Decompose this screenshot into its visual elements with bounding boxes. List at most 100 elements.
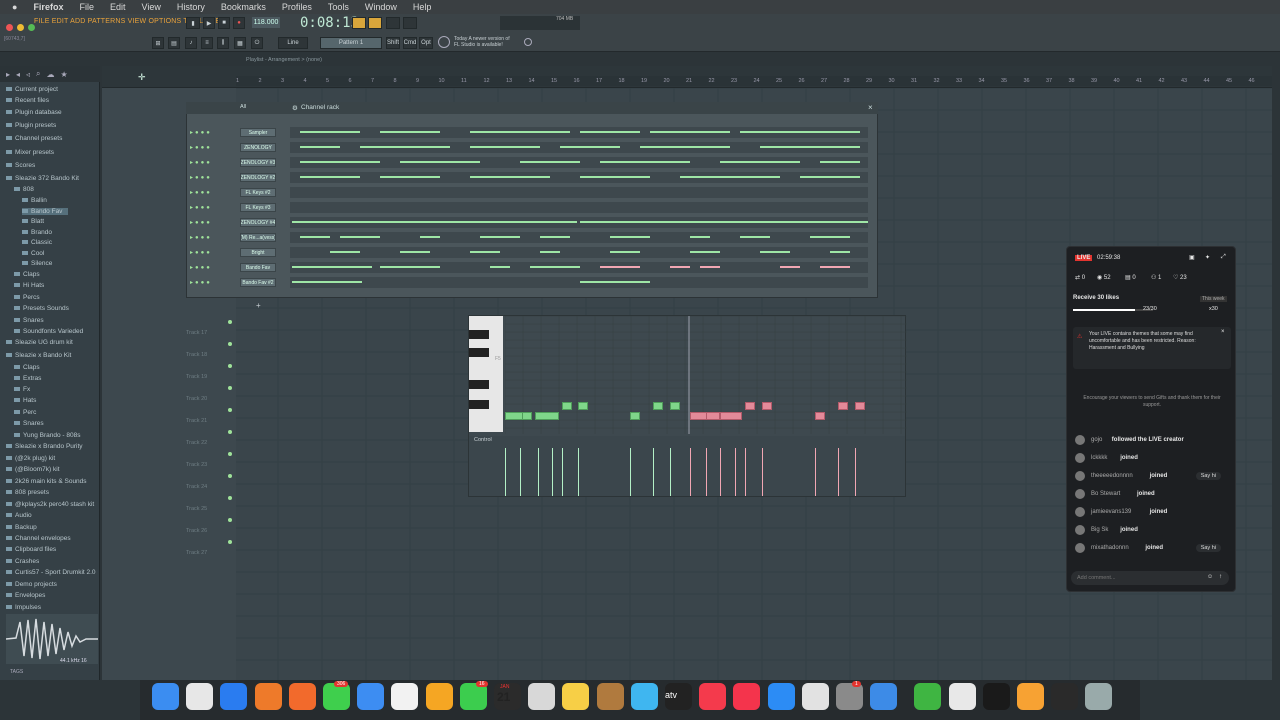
track-mute-led[interactable]: [228, 518, 232, 522]
browser-item[interactable]: (@Bloom7k) kit: [6, 466, 60, 473]
note-block[interactable]: [580, 176, 650, 178]
browser-item[interactable]: Extras: [14, 375, 41, 382]
lock-icon[interactable]: ▣: [1189, 254, 1195, 261]
cloud-icon[interactable]: ☁: [47, 70, 55, 79]
facetime-icon[interactable]: [459, 683, 487, 710]
velocity-bar[interactable]: [653, 448, 654, 496]
note-block[interactable]: [470, 251, 500, 253]
piano-note[interactable]: [630, 412, 640, 420]
note-block[interactable]: [760, 146, 860, 148]
menu-history[interactable]: History: [177, 2, 205, 12]
music-icon[interactable]: [699, 683, 727, 710]
menu-window[interactable]: Window: [365, 2, 397, 12]
metronome-icon[interactable]: [352, 17, 366, 29]
track-mute-led[interactable]: [228, 452, 232, 456]
channel-button[interactable]: FL Keys #3: [240, 203, 276, 212]
cmd-button[interactable]: Cmd: [403, 37, 417, 49]
browser-item[interactable]: Curtis57 - Sport Drumkit 2.0: [6, 569, 96, 576]
menu-edit[interactable]: Edit: [110, 2, 126, 12]
browser-icon[interactable]: ≡: [201, 37, 213, 49]
track-mute-led[interactable]: [228, 540, 232, 544]
update-icon[interactable]: [438, 36, 450, 48]
browser-item[interactable]: Sleazie 372 Bando Kit: [6, 175, 79, 182]
note-block[interactable]: [780, 266, 800, 268]
note-block[interactable]: [380, 176, 440, 178]
maps-icon[interactable]: [391, 683, 419, 710]
browser-item[interactable]: Snares: [14, 420, 44, 427]
activity-icon[interactable]: [1051, 683, 1079, 710]
note-block[interactable]: [330, 251, 360, 253]
playlist-icon[interactable]: ▤: [168, 37, 180, 49]
browser-item[interactable]: Backup: [6, 524, 37, 531]
browser-item[interactable]: Plugin presets: [6, 122, 56, 129]
browser-item[interactable]: Impulses: [6, 604, 41, 611]
channel-leds[interactable]: ▸●●●: [190, 219, 212, 226]
browser-item[interactable]: Channel envelopes: [6, 535, 71, 542]
channel-button[interactable]: ZENOLOGY #4: [240, 218, 276, 227]
channel-button[interactable]: Bright: [240, 248, 276, 257]
menu-help[interactable]: Help: [413, 2, 432, 12]
piano-note[interactable]: [535, 412, 559, 420]
note-block[interactable]: [470, 146, 540, 148]
velocity-bar[interactable]: [505, 448, 506, 496]
finder-icon[interactable]: [152, 683, 179, 710]
news-icon[interactable]: [733, 683, 761, 710]
notes-icon[interactable]: [562, 683, 590, 710]
browser-item[interactable]: Cool: [22, 250, 44, 257]
channel-leds[interactable]: ▸●●●: [190, 249, 212, 256]
browser-item[interactable]: Sleazie x Brando Purity: [6, 443, 83, 450]
track-label[interactable]: Track 17: [186, 330, 207, 336]
channel-button[interactable]: ZENOLOGY: [240, 143, 276, 152]
velocity-bar[interactable]: [562, 448, 563, 496]
collapse-icon[interactable]: ◃: [26, 70, 30, 79]
piano-note[interactable]: [578, 402, 588, 410]
velocity-bar[interactable]: [630, 448, 631, 496]
track-mute-led[interactable]: [228, 408, 232, 412]
firefox-icon[interactable]: [254, 683, 282, 710]
playlist-draw-tool-icon[interactable]: ✛: [138, 72, 146, 83]
track-mute-led[interactable]: [228, 496, 232, 500]
black-key[interactable]: [469, 400, 489, 409]
track-label[interactable]: Track 22: [186, 440, 207, 446]
browser-item[interactable]: Brando: [22, 229, 52, 236]
channel-filter[interactable]: All: [240, 104, 246, 110]
browser-item[interactable]: Perc: [14, 409, 36, 416]
velocity-bar[interactable]: [552, 448, 553, 496]
browser-item[interactable]: Sleazie UG drum kit: [6, 339, 73, 346]
velocity-bar[interactable]: [670, 448, 671, 496]
add-channel-icon[interactable]: +: [256, 301, 261, 310]
track-label[interactable]: Track 23: [186, 462, 207, 468]
menu-profiles[interactable]: Profiles: [282, 2, 312, 12]
track-label[interactable]: Track 25: [186, 506, 207, 512]
piano-note[interactable]: [706, 412, 720, 420]
velocity-bar[interactable]: [720, 448, 721, 496]
browser-item[interactable]: Hi Hats: [14, 282, 44, 289]
play-icon[interactable]: ▶: [203, 17, 215, 29]
piano-note[interactable]: [720, 412, 742, 420]
piano-note[interactable]: [838, 402, 848, 410]
browser-item[interactable]: @kplays2k perc40 stash kit: [6, 501, 94, 508]
safari-icon[interactable]: [220, 683, 248, 710]
piano-note[interactable]: [855, 402, 865, 410]
note-block[interactable]: [340, 236, 380, 238]
velocity-bar[interactable]: [815, 448, 816, 496]
channel-lane[interactable]: [290, 172, 868, 183]
black-key[interactable]: [469, 380, 489, 389]
note-block[interactable]: [600, 266, 640, 268]
channel-leds[interactable]: ▸●●●: [190, 189, 212, 196]
browser-item[interactable]: Claps: [14, 271, 40, 278]
note-block[interactable]: [720, 161, 800, 163]
note-block[interactable]: [560, 146, 620, 148]
track-label[interactable]: Track 27: [186, 550, 207, 556]
search-icon[interactable]: ⌕: [36, 69, 40, 79]
app-store-icon[interactable]: [767, 683, 795, 710]
browser-item[interactable]: Plugin database: [6, 109, 62, 116]
velocity-bar[interactable]: [745, 448, 746, 496]
note-block[interactable]: [740, 236, 770, 238]
back-icon[interactable]: ◂: [16, 70, 20, 79]
browser-item[interactable]: Bando Fav: [22, 208, 69, 215]
tags-label[interactable]: TAGS: [10, 669, 23, 675]
comment-input[interactable]: Add comment... ☺ ↑: [1071, 571, 1229, 585]
note-block[interactable]: [760, 251, 790, 253]
channel-button[interactable]: Sampler: [240, 128, 276, 137]
